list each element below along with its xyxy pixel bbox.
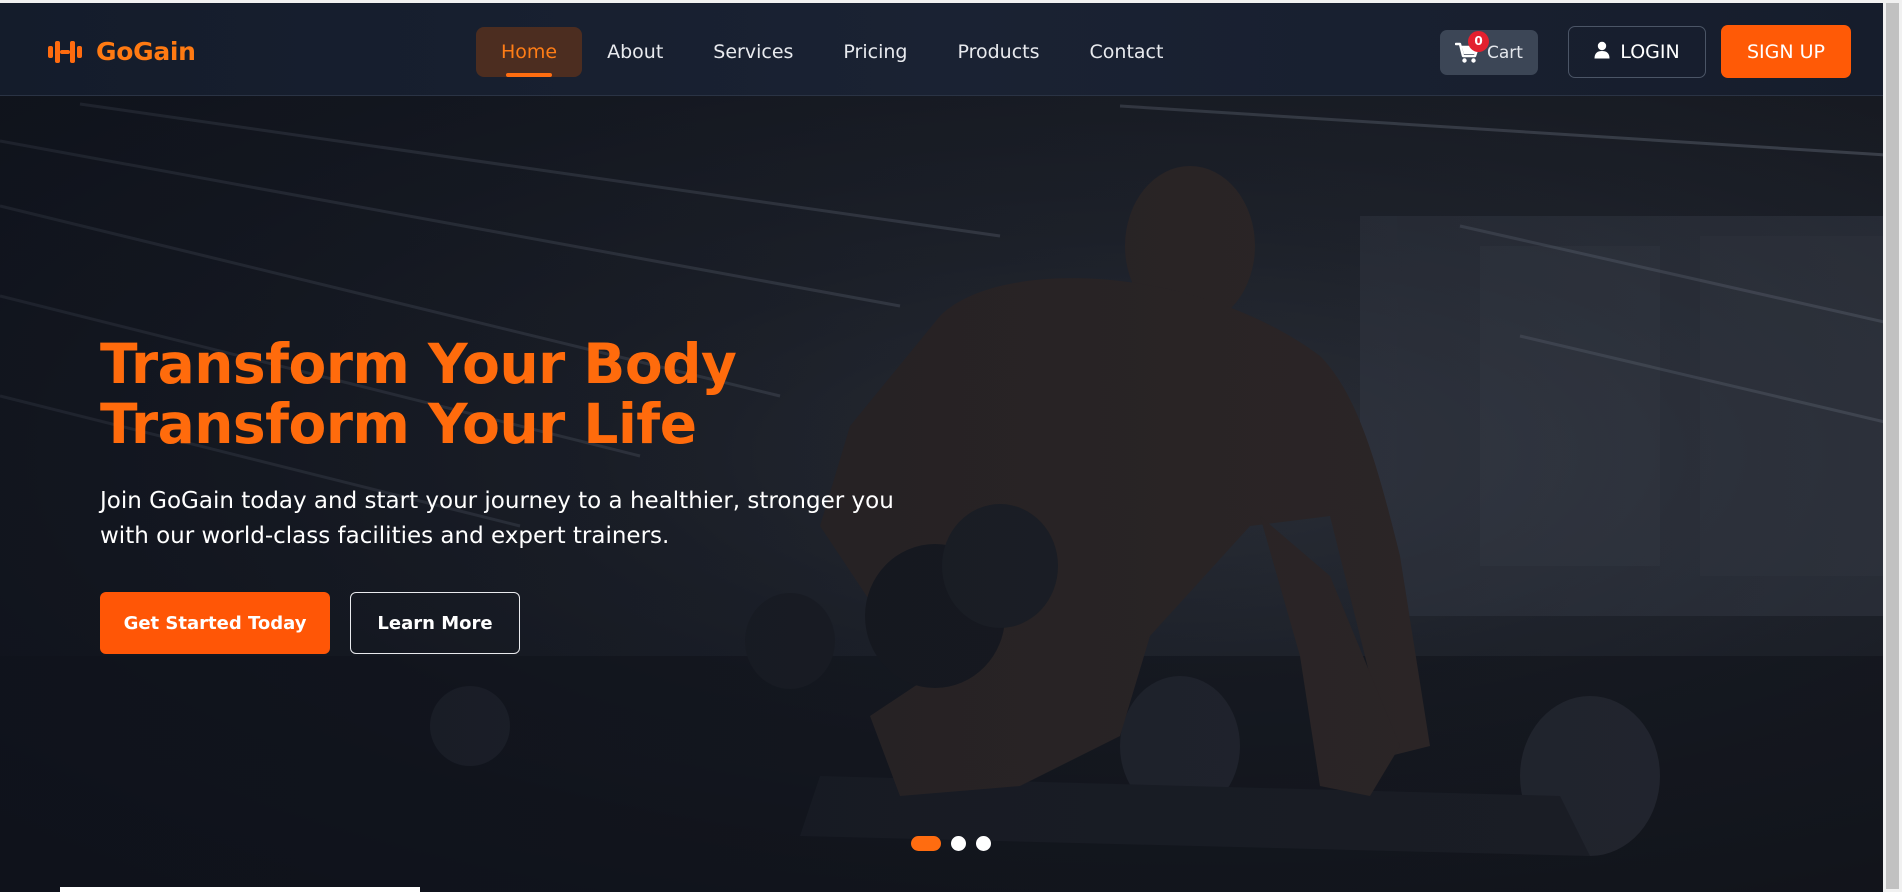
main-nav: Home About Services Pricing Products Con… bbox=[476, 27, 1188, 77]
signup-button[interactable]: SIGN UP bbox=[1721, 25, 1851, 78]
page-scrollbar-thumb[interactable] bbox=[1886, 3, 1899, 889]
brand-logo[interactable]: GoGain bbox=[48, 37, 196, 66]
login-label: LOGIN bbox=[1620, 41, 1680, 63]
nav-item-contact[interactable]: Contact bbox=[1065, 27, 1189, 77]
carousel-dot-3[interactable] bbox=[976, 836, 991, 851]
page: GoGain Home About Services Pricing Produ… bbox=[0, 0, 1902, 892]
nav-item-pricing[interactable]: Pricing bbox=[818, 27, 932, 77]
window-top-edge bbox=[0, 0, 1902, 3]
nav-item-about[interactable]: About bbox=[582, 27, 688, 77]
slide-progress-bar bbox=[60, 887, 420, 892]
cart-button[interactable]: Cart bbox=[1440, 30, 1538, 75]
cart-count-badge: 0 bbox=[1468, 31, 1489, 52]
nav-item-home[interactable]: Home bbox=[476, 27, 583, 77]
hero-title-line-2: Transform Your Life bbox=[100, 392, 697, 456]
hero-section: Transform Your Body Transform Your Life … bbox=[0, 96, 1902, 892]
dumbbell-icon bbox=[48, 40, 82, 63]
carousel-dot-1[interactable] bbox=[911, 836, 941, 851]
navbar: GoGain Home About Services Pricing Produ… bbox=[0, 3, 1902, 96]
login-button[interactable]: LOGIN bbox=[1568, 26, 1706, 78]
brand-name: GoGain bbox=[96, 37, 196, 66]
carousel-indicators bbox=[911, 836, 991, 851]
hero-title: Transform Your Body Transform Your Life bbox=[100, 334, 980, 454]
hero-subtitle: Join GoGain today and start your journey… bbox=[100, 488, 894, 549]
hero-cta-group: Get Started Today Learn More bbox=[100, 592, 980, 654]
cart-label: Cart bbox=[1487, 42, 1523, 63]
hero-title-line-1: Transform Your Body bbox=[100, 332, 737, 396]
user-icon bbox=[1594, 41, 1610, 64]
carousel-dot-2[interactable] bbox=[951, 836, 966, 851]
nav-item-products[interactable]: Products bbox=[932, 27, 1064, 77]
get-started-button[interactable]: Get Started Today bbox=[100, 592, 330, 654]
nav-item-services[interactable]: Services bbox=[688, 27, 818, 77]
hero-content: Transform Your Body Transform Your Life … bbox=[100, 334, 980, 654]
learn-more-button[interactable]: Learn More bbox=[350, 592, 520, 654]
